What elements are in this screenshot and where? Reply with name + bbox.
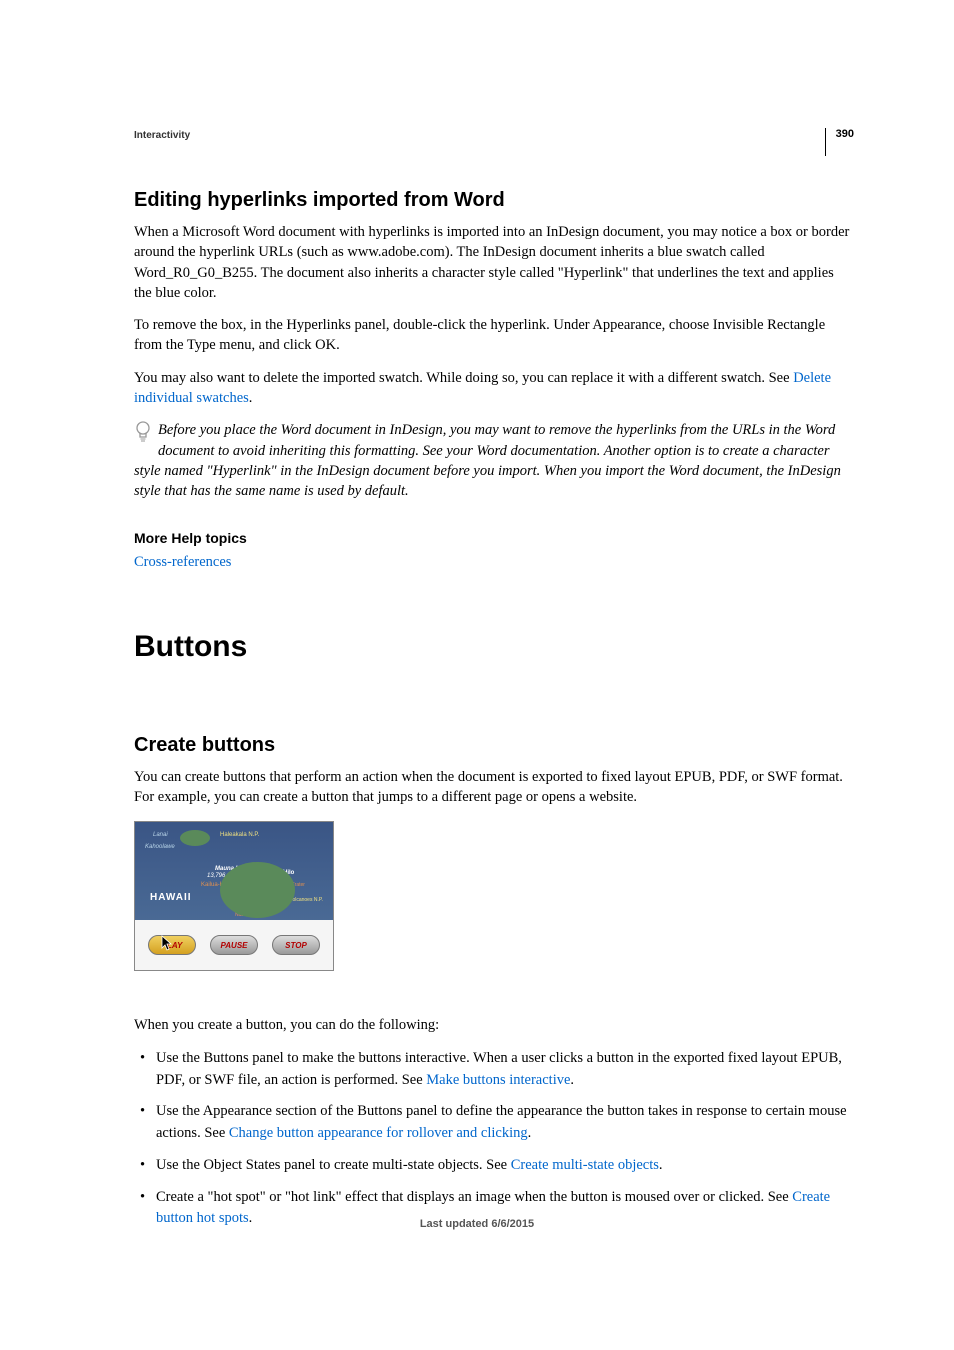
link-change-button-appearance[interactable]: Change button appearance for rollover an… — [229, 1125, 528, 1141]
paragraph: When you create a button, you can do the… — [134, 1015, 854, 1035]
cursor-icon — [161, 935, 175, 958]
page-content: Interactivity Editing hyperlinks importe… — [0, 0, 954, 1290]
page-number-container: 390 — [825, 128, 854, 156]
link-make-buttons-interactive[interactable]: Make buttons interactive — [426, 1072, 570, 1088]
bullet-list: Use the Buttons panel to make the button… — [134, 1048, 854, 1230]
link-cross-references[interactable]: Cross-references — [134, 554, 231, 570]
text: . — [249, 390, 253, 406]
text: Create a "hot spot" or "hot link" effect… — [156, 1189, 792, 1205]
list-item: Use the Object States panel to create mu… — [134, 1155, 854, 1177]
paragraph: You can create buttons that perform an a… — [134, 767, 854, 808]
example-screenshot: Lanai Kahoolawe Haleakala N.P. Mauna Kea… — [134, 821, 334, 971]
heading-editing-hyperlinks: Editing hyperlinks imported from Word — [134, 189, 854, 212]
text: You may also want to delete the imported… — [134, 370, 793, 386]
heading-create-buttons: Create buttons — [134, 734, 854, 757]
page-number: 390 — [836, 128, 854, 140]
map-label: Lanai — [153, 832, 168, 838]
pause-button-example: PAUSE — [210, 935, 258, 955]
map-title: HAWAII — [150, 892, 192, 903]
island-graphic — [180, 830, 210, 846]
map-label: Haleakala N.P. — [220, 832, 259, 838]
map-label: Kahoolawe — [145, 844, 175, 850]
paragraph: To remove the box, in the Hyperlinks pan… — [134, 315, 854, 356]
tip-block: Before you place the Word document in In… — [134, 420, 854, 501]
chapter-heading-buttons: Buttons — [134, 630, 854, 664]
link-create-multi-state[interactable]: Create multi-state objects — [511, 1157, 659, 1173]
text: Use the Object States panel to create mu… — [156, 1157, 511, 1173]
text: . — [659, 1157, 663, 1173]
help-topics-list: Cross-references — [134, 552, 854, 572]
stop-button-example: STOP — [272, 935, 320, 955]
list-item: Use the Buttons panel to make the button… — [134, 1048, 854, 1092]
paragraph: When a Microsoft Word document with hype… — [134, 222, 854, 303]
island-graphic — [220, 862, 295, 918]
tip-text: Before you place the Word document in In… — [134, 420, 854, 501]
paragraph: You may also want to delete the imported… — [134, 368, 854, 409]
footer-last-updated: Last updated 6/6/2015 — [0, 1218, 954, 1230]
help-topics-heading: More Help topics — [134, 530, 854, 546]
breadcrumb: Interactivity — [134, 130, 854, 141]
list-item: Use the Appearance section of the Button… — [134, 1101, 854, 1145]
text: . — [570, 1072, 574, 1088]
map-graphic: Lanai Kahoolawe Haleakala N.P. Mauna Kea… — [135, 822, 333, 922]
text: . — [528, 1125, 532, 1141]
lightbulb-icon — [134, 420, 156, 450]
